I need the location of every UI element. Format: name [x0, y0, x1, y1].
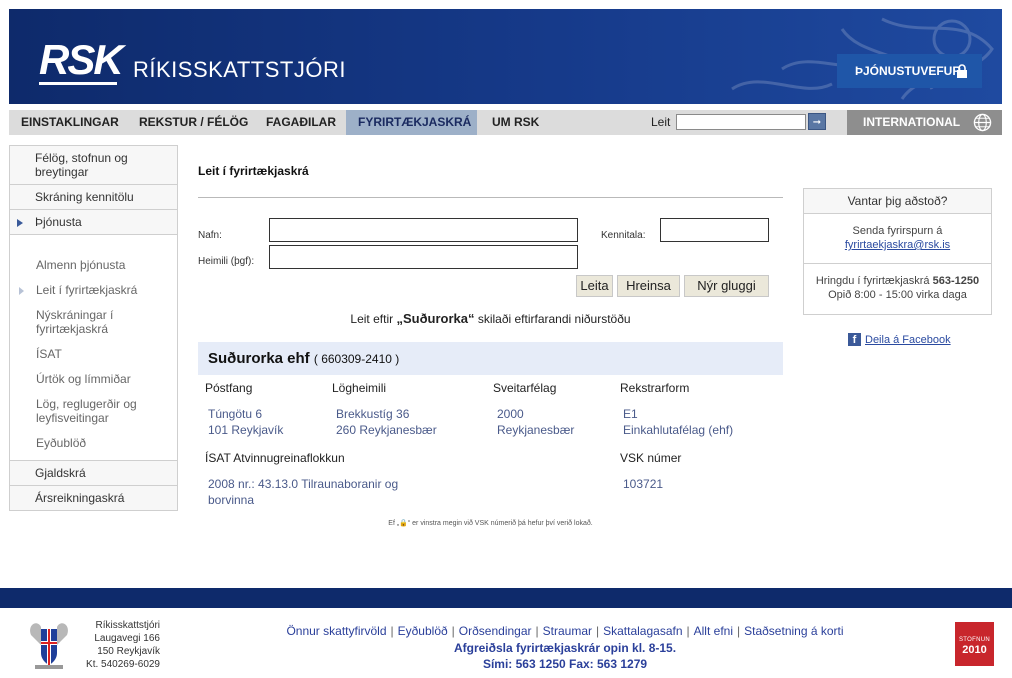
- arrow-right-icon: ➞: [812, 117, 822, 128]
- result-summary: Leit eftir „Suðurorka“ skilaði eftirfara…: [198, 311, 783, 326]
- title-divider: [198, 197, 783, 198]
- postfang-value: Túngötu 6 101 Reykjavík: [208, 407, 284, 437]
- address-input[interactable]: [269, 245, 578, 269]
- footer-link-skattalagasafn[interactable]: Skattalagasafn: [603, 624, 682, 638]
- logheimili-value: Brekkustíg 36 260 Reykjanesbær: [336, 407, 437, 437]
- company-name: Suðurorka ehf: [208, 350, 310, 367]
- help-phone: 563-1250: [932, 275, 980, 287]
- help-email-link[interactable]: fyrirtaekjaskra@rsk.is: [845, 239, 950, 251]
- rekstrarform-value: E1 Einkahlutafélag (ehf): [623, 407, 734, 437]
- service-portal-button[interactable]: ÞJÓNUSTUVEFUR: [837, 54, 982, 88]
- sidebar-item-arsreikningaskra[interactable]: Ársreikningaskrá: [9, 486, 178, 511]
- vsk-value: 103721: [623, 477, 664, 491]
- lock-note: Ef „🔒“ er vinstra megin við VSK númerið …: [388, 520, 593, 527]
- col-header-logheimili: Lögheimili: [332, 381, 387, 395]
- company-name-row: Suðurorka ehf ( 660309-2410 ): [208, 350, 399, 367]
- address-label: Heimili (þgf):: [198, 256, 255, 267]
- footer-link-straumar[interactable]: Straumar: [543, 624, 592, 638]
- help-call-text: Hringdu í fyrirtækjaskrá: [815, 275, 930, 287]
- logo-underline: [39, 82, 117, 85]
- sidebar-item-thjonusta[interactable]: Þjónusta: [9, 210, 178, 235]
- sidebar-subitem-eydublod[interactable]: Eyðublöð: [10, 431, 177, 456]
- service-portal-label: ÞJÓNUSTUVEFUR: [855, 64, 962, 78]
- company-header: Suðurorka ehf ( 660309-2410 ): [198, 342, 783, 375]
- footer-link-ordsendingar[interactable]: Orðsendingar: [459, 624, 532, 638]
- sidebar-subitem-nyskraningar[interactable]: Nýskráningar í fyrirtækjaskrá: [10, 303, 177, 342]
- sidebar-item-felog[interactable]: Félög, stofnun og breytingar: [9, 145, 178, 185]
- footer-links: Önnur skattyfirvöld | Eyðublöð | Orðsendinga…: [286, 624, 844, 638]
- sidebar-subitem-log[interactable]: Lög, reglugerðir og leyfisveitingar: [10, 392, 177, 431]
- sidebar-subitem-leit[interactable]: Leit í fyrirtækjaskrá: [10, 278, 177, 303]
- international-button[interactable]: INTERNATIONAL: [847, 110, 1002, 135]
- help-box: Vantar þig aðstoð? Senda fyrirspurn á fy…: [803, 188, 992, 315]
- vsk-header: VSK númer: [620, 451, 682, 465]
- institution-award-badge: STOFNUN 2010: [955, 622, 994, 666]
- sidebar-subitem-isat[interactable]: ÍSAT: [10, 342, 177, 367]
- page-title: Leit í fyrirtækjaskrá: [198, 164, 309, 178]
- col-header-rekstrarform: Rekstrarform: [620, 381, 690, 395]
- result-prefix: Leit eftir: [350, 312, 394, 326]
- name-input[interactable]: [269, 218, 578, 242]
- site-title: RÍKISSKATTSTJÓRI: [133, 57, 346, 82]
- nav-um-rsk[interactable]: UM RSK: [492, 110, 539, 135]
- search-input[interactable]: [676, 114, 806, 130]
- help-title: Vantar þig aðstoð?: [804, 189, 991, 214]
- lock-icon: [957, 64, 967, 78]
- company-kennitala: ( 660309-2410 ): [313, 352, 400, 366]
- stamp-text: STOFNUN: [959, 637, 990, 643]
- sidebar-submenu: Almenn þjónusta Leit í fyrirtækjaskrá Ný…: [9, 235, 178, 460]
- sidebar-item-gjaldskra[interactable]: Gjaldskrá: [9, 460, 178, 486]
- search-submit-button[interactable]: ➞: [808, 113, 826, 130]
- nav-einstaklingar[interactable]: EINSTAKLINGAR: [21, 110, 119, 135]
- new-window-button[interactable]: Nýr gluggi: [684, 275, 769, 297]
- col-header-sveitarfelag: Sveitarfélag: [493, 381, 557, 395]
- help-hours: Opið 8:00 - 15:00 virka daga: [828, 289, 967, 301]
- facebook-share-link[interactable]: f Deila á Facebook: [848, 333, 951, 346]
- col-header-postfang: Póstfang: [205, 381, 253, 395]
- site-header: RSK RÍKISSKATTSTJÓRI ÞJÓNUSTUVEFUR: [9, 9, 1002, 104]
- kennitala-input[interactable]: [660, 218, 769, 242]
- footer-bar: [0, 588, 1012, 608]
- facebook-label: Deila á Facebook: [865, 334, 951, 346]
- main-navigation: EINSTAKLINGAR REKSTUR / FÉLÖG FAGAÐILAR …: [9, 110, 1002, 135]
- globe-icon: [973, 113, 992, 132]
- stamp-year: 2010: [962, 644, 987, 656]
- footer-phone: Sími: 563 1250 Fax: 563 1279: [482, 657, 648, 671]
- rsk-logo[interactable]: RSK: [39, 39, 124, 81]
- result-suffix: skilaði eftirfarandi niðurstöðu: [477, 312, 631, 326]
- search-label: Leit: [651, 115, 671, 129]
- site-footer: Ríkisskattstjóri Laugavegi 166 150 Reykj…: [0, 608, 1012, 678]
- small-lock-icon: 🔒: [399, 520, 408, 527]
- footer-link-eydublod[interactable]: Eyðublöð: [398, 624, 448, 638]
- result-term: „Suðurorka“: [396, 311, 475, 326]
- facebook-icon: f: [848, 333, 861, 346]
- nav-fagadilar[interactable]: FAGAÐILAR: [266, 110, 336, 135]
- sidebar: Félög, stofnun og breytingar Skráning ke…: [9, 145, 178, 511]
- search-button[interactable]: Leita: [576, 275, 613, 297]
- kennitala-label: Kennitala:: [601, 230, 646, 241]
- sidebar-item-skraning[interactable]: Skráning kennitölu: [9, 185, 178, 210]
- help-email-section: Senda fyrirspurn á fyrirtaekjaskra@rsk.i…: [804, 214, 991, 264]
- coat-of-arms-icon: [30, 623, 68, 669]
- isat-value: 2008 nr.: 43.13.0 Tilraunaboranir og bor…: [208, 477, 399, 507]
- nav-fyrirtaekjaskra[interactable]: FYRIRTÆKJASKRÁ: [346, 110, 477, 135]
- help-phone-section: Hringdu í fyrirtækjaskrá 563-1250 Opið 8…: [804, 264, 991, 302]
- nav-rekstur-felog[interactable]: REKSTUR / FÉLÖG: [139, 110, 248, 135]
- help-send-text: Senda fyrirspurn á: [852, 225, 943, 237]
- footer-opening-hours: Afgreiðsla fyrirtækjaskrár opin kl. 8-15…: [453, 641, 677, 655]
- footer-address: Ríkisskattstjóri Laugavegi 166 150 Reykj…: [86, 620, 160, 670]
- sidebar-subitem-almenn[interactable]: Almenn þjónusta: [10, 253, 177, 278]
- footer-link-stadsetning[interactable]: Staðsetning á korti: [744, 624, 843, 638]
- clear-button[interactable]: Hreinsa: [617, 275, 680, 297]
- name-label: Nafn:: [198, 230, 222, 241]
- sidebar-subitem-urtok[interactable]: Úrtök og límmiðar: [10, 367, 177, 392]
- footer-link-allt-efni[interactable]: Allt efni: [694, 624, 733, 638]
- isat-header: ÍSAT Atvinnugreinaflokkun: [205, 451, 345, 465]
- international-label: INTERNATIONAL: [863, 115, 961, 129]
- sveitarfelag-value: 2000 Reykjanesbær: [497, 407, 575, 437]
- footer-link-onnur[interactable]: Önnur skattyfirvöld: [286, 624, 386, 638]
